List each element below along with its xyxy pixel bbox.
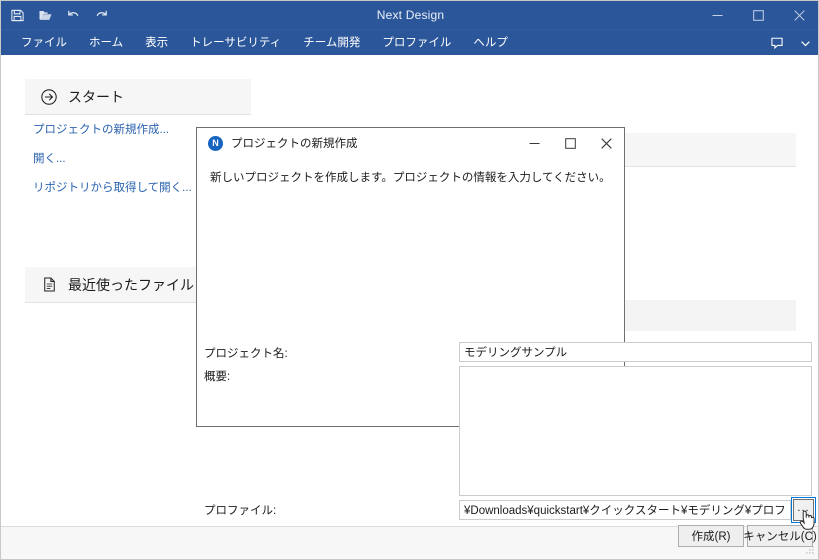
title-bar: Next Design bbox=[1, 1, 819, 29]
summary-label: 概要: bbox=[204, 368, 230, 384]
ribbon-menu-bar: ファイル ホーム 表示 トレーサビリティ チーム開発 プロファイル ヘルプ bbox=[1, 29, 819, 56]
project-name-label: プロジェクト名: bbox=[204, 345, 288, 361]
profile-browse-button[interactable]: ... bbox=[793, 499, 814, 521]
application-window: Next Design ファイル ホーム 表示 トレーサビリティ チーム開発 プ… bbox=[0, 0, 819, 560]
window-controls bbox=[697, 1, 819, 29]
menu-item-team-dev[interactable]: チーム開発 bbox=[292, 30, 371, 56]
main-menu: ファイル ホーム 表示 トレーサビリティ チーム開発 プロファイル ヘルプ bbox=[10, 30, 519, 56]
quick-access-toolbar bbox=[9, 1, 110, 29]
menu-item-help[interactable]: ヘルプ bbox=[462, 30, 519, 56]
ribbon-right-tools bbox=[768, 30, 814, 56]
profile-label: プロファイル: bbox=[204, 502, 276, 518]
summary-textarea[interactable] bbox=[459, 366, 812, 496]
create-button[interactable]: 作成(R) bbox=[678, 525, 744, 547]
profile-path-input[interactable] bbox=[459, 500, 791, 520]
start-panel-header: スタート bbox=[25, 79, 251, 115]
menu-item-view[interactable]: 表示 bbox=[134, 30, 179, 56]
start-panel-title: スタート bbox=[68, 87, 124, 107]
menu-item-profile[interactable]: プロファイル bbox=[371, 30, 462, 56]
save-icon[interactable] bbox=[9, 7, 26, 24]
menu-item-traceability[interactable]: トレーサビリティ bbox=[179, 30, 292, 56]
arrow-right-circle-icon bbox=[39, 87, 59, 107]
feedback-icon[interactable] bbox=[768, 30, 786, 56]
document-icon bbox=[39, 275, 59, 295]
recent-files-panel-title: 最近使ったファイル bbox=[68, 275, 194, 295]
menu-item-home[interactable]: ホーム bbox=[78, 30, 134, 56]
chevron-down-icon[interactable] bbox=[796, 30, 814, 56]
project-name-input[interactable] bbox=[459, 342, 812, 362]
dialog-form-layer: プロジェクト名: 概要: プロファイル: ... 作成(R) キャンセル(C) bbox=[196, 127, 625, 427]
open-folder-icon[interactable] bbox=[37, 7, 54, 24]
cancel-button[interactable]: キャンセル(C) bbox=[747, 525, 813, 547]
redo-icon[interactable] bbox=[93, 7, 110, 24]
menu-item-file[interactable]: ファイル bbox=[10, 30, 78, 56]
close-button[interactable] bbox=[779, 1, 819, 29]
maximize-button[interactable] bbox=[738, 1, 779, 29]
minimize-button[interactable] bbox=[697, 1, 738, 29]
undo-icon[interactable] bbox=[65, 7, 82, 24]
